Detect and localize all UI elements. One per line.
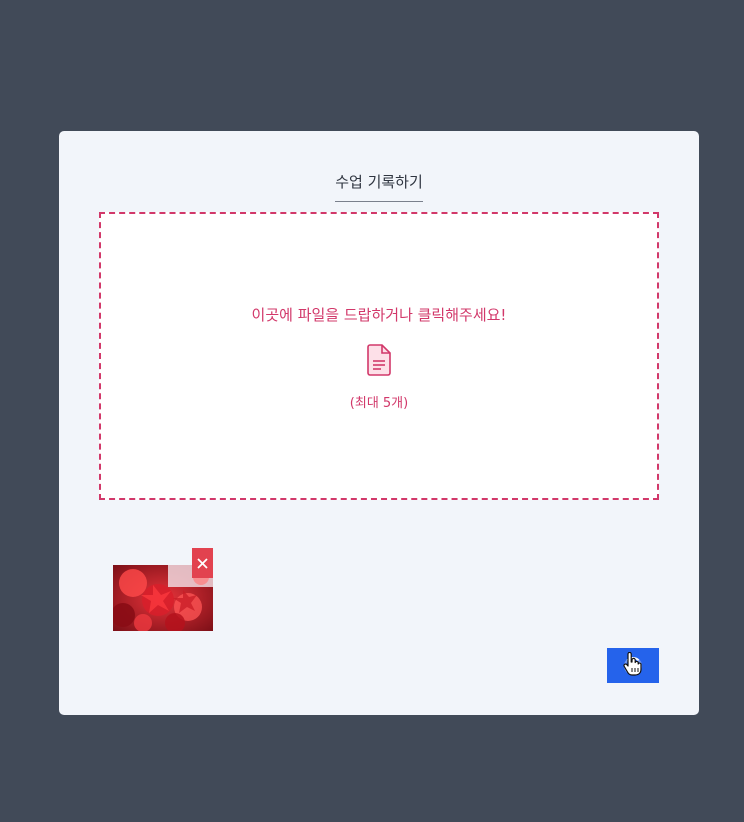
dropzone-limit-note: (최대 5개) — [349, 396, 409, 411]
remove-attachment-button[interactable] — [192, 548, 213, 578]
modal-title-wrap: 수업 기록하기 — [59, 171, 699, 202]
file-dropzone[interactable]: 이곳에 파일을 드랍하거나 클릭해주세요! (최대 5개) — [99, 212, 659, 500]
modal-title: 수업 기록하기 — [335, 171, 423, 202]
document-icon — [367, 344, 391, 376]
close-icon — [197, 557, 208, 569]
hand-pointer-cursor-icon — [623, 652, 642, 676]
dropzone-instruction: 이곳에 파일을 드랍하거나 클릭해주세요! — [251, 306, 507, 324]
upload-modal: 수업 기록하기 이곳에 파일을 드랍하거나 클릭해주세요! (최대 5개) — [59, 131, 699, 715]
